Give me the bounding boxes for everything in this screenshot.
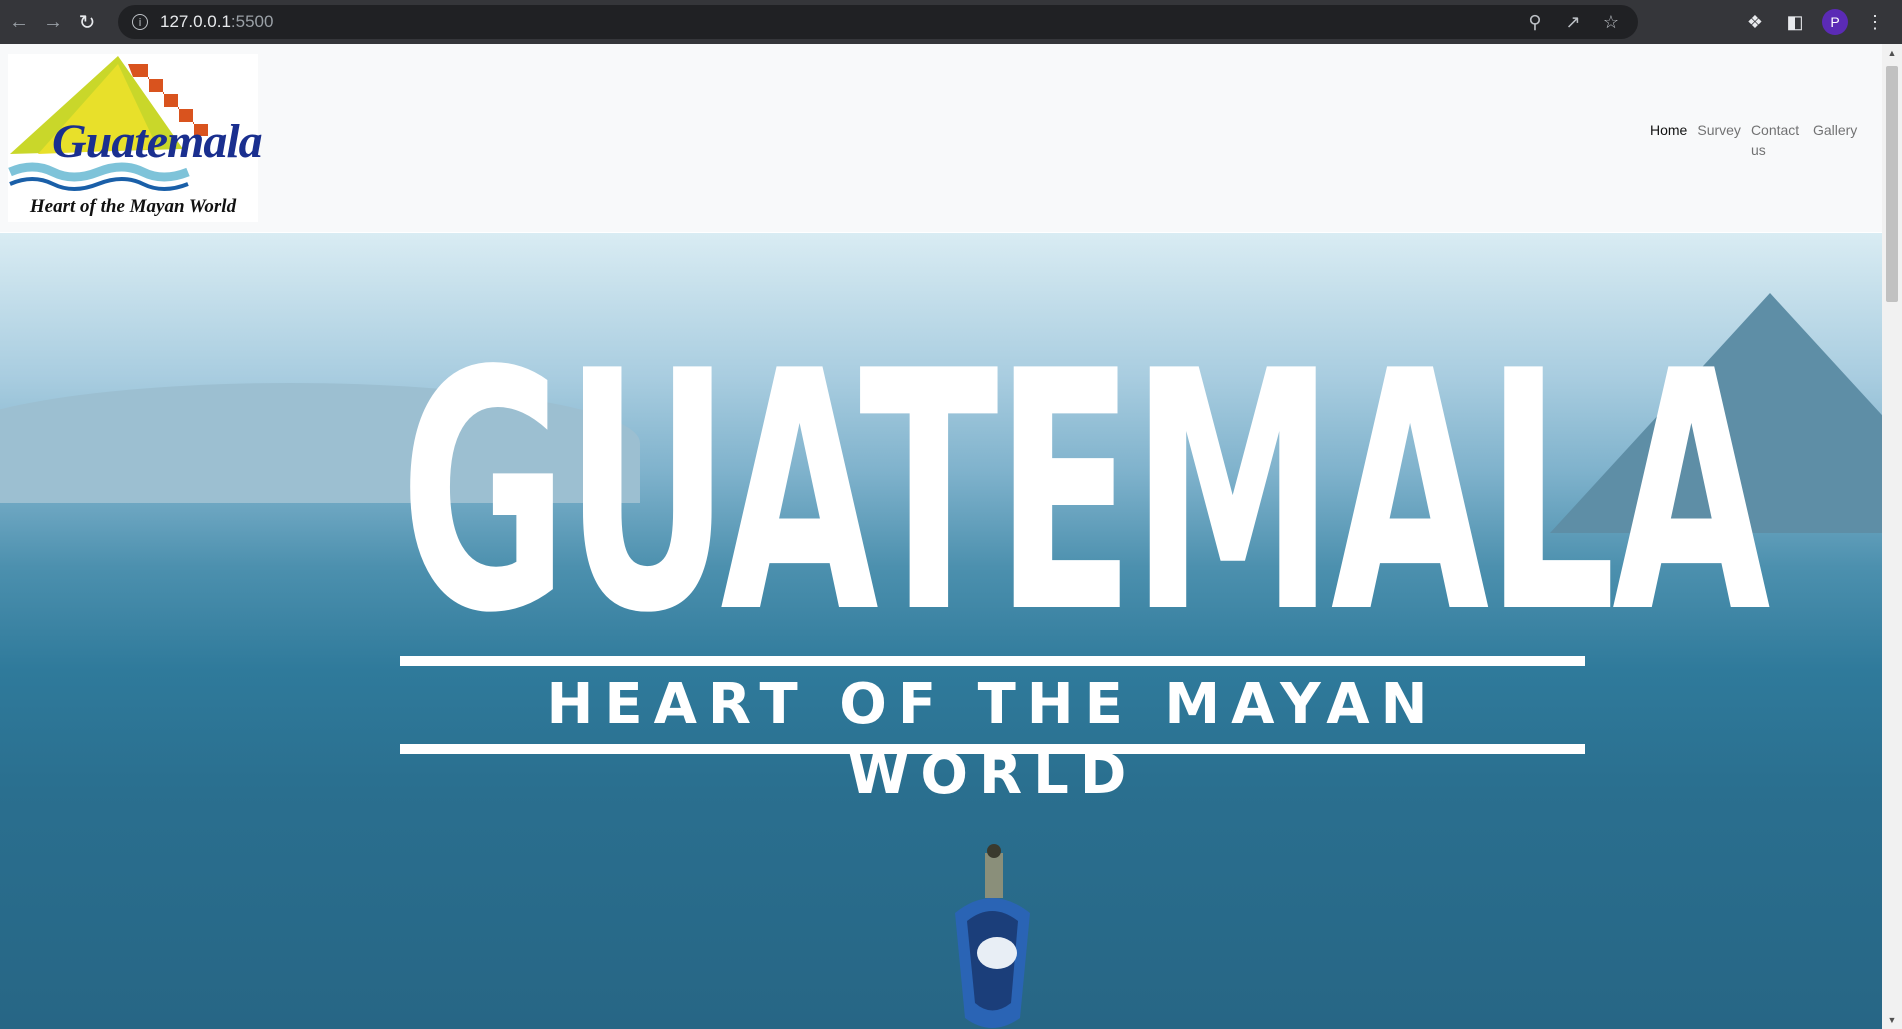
scroll-thumb[interactable] <box>1886 66 1898 302</box>
nav-link-home[interactable]: Home <box>1650 120 1687 160</box>
back-arrow-icon[interactable]: ← <box>4 7 34 37</box>
logo-caption: Heart of the Mayan World <box>29 196 237 217</box>
forward-arrow-icon[interactable]: → <box>38 7 68 37</box>
browser-toolbar: ← → ↻ i 127.0.0.1:5500 ⚲ ↗ ☆ ❖ ◧ P ⋮ <box>0 0 1902 44</box>
logo-wordmark: Guatemala <box>52 115 263 168</box>
brand-logo[interactable]: Guatemala Heart of the Mayan World <box>8 54 263 222</box>
nav-link-survey[interactable]: Survey <box>1697 120 1741 160</box>
hero-divider-bottom <box>400 744 1585 754</box>
page-scrollbar[interactable]: ▲ ▼ <box>1882 44 1902 1029</box>
nav-links: Home Survey Contact us Gallery <box>1650 120 1857 160</box>
navbar: Guatemala Heart of the Mayan World Home … <box>0 44 1882 232</box>
page-viewport: Guatemala Heart of the Mayan World Home … <box>0 44 1882 1029</box>
site-info-icon[interactable]: i <box>132 14 148 30</box>
hero-banner: GUATEMALA HEART OF THE MAYAN WORLD <box>0 233 1882 1029</box>
profile-avatar[interactable]: P <box>1822 9 1848 35</box>
address-bar[interactable]: i 127.0.0.1:5500 ⚲ ↗ ☆ <box>118 5 1638 39</box>
share-icon[interactable]: ↗ <box>1560 12 1586 33</box>
url-text[interactable]: 127.0.0.1:5500 <box>160 12 273 32</box>
puzzle-icon[interactable]: ❖ <box>1742 12 1768 33</box>
star-icon[interactable]: ☆ <box>1598 12 1624 33</box>
zoom-out-icon[interactable]: ⚲ <box>1522 12 1548 33</box>
scroll-down-arrow-icon[interactable]: ▼ <box>1882 1015 1902 1025</box>
nav-link-gallery[interactable]: Gallery <box>1813 120 1857 160</box>
boat-image <box>955 844 1030 1028</box>
hero-title: GUATEMALA <box>400 301 1770 685</box>
side-panel-icon[interactable]: ◧ <box>1782 12 1808 33</box>
hero-divider-top <box>400 656 1585 666</box>
hero-subtitle: HEART OF THE MAYAN WORLD <box>546 672 1439 807</box>
nav-link-contact[interactable]: Contact us <box>1751 120 1803 160</box>
reload-icon[interactable]: ↻ <box>72 7 102 37</box>
kebab-menu-icon[interactable]: ⋮ <box>1862 12 1888 33</box>
scroll-up-arrow-icon[interactable]: ▲ <box>1882 48 1902 58</box>
